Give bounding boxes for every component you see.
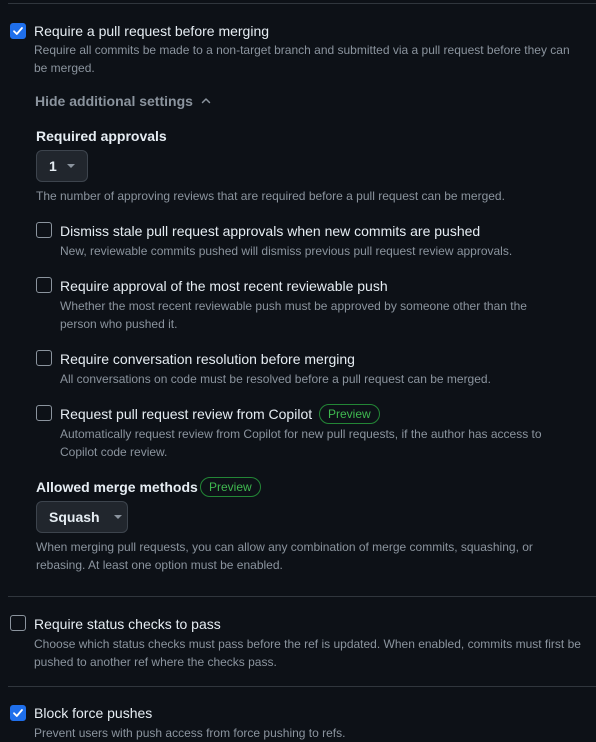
require-conversation-resolution-title[interactable]: Require conversation resolution before m… — [60, 351, 355, 367]
require-pull-request-checkbox[interactable] — [10, 23, 26, 39]
copilot-preview-badge: Preview — [319, 404, 380, 424]
copilot-review-desc-line2: Copilot code review. — [60, 445, 168, 459]
hide-additional-settings-label: Hide additional settings — [35, 93, 193, 109]
copilot-review-title[interactable]: Request pull request review from Copilot — [60, 406, 312, 422]
require-status-checks-desc-line2: pushed to another ref where the checks p… — [34, 655, 277, 669]
dismiss-stale-approvals-title[interactable]: Dismiss stale pull request approvals whe… — [60, 223, 480, 239]
merge-methods-desc-line2: rebasing. At least one option must be en… — [36, 558, 283, 572]
required-approvals-label: Required approvals — [36, 128, 167, 144]
require-status-checks-desc-line1: Choose which status checks must pass bef… — [34, 637, 581, 651]
section-divider — [8, 596, 596, 597]
require-conversation-resolution-desc: All conversations on code must be resolv… — [60, 372, 491, 386]
top-divider — [8, 3, 596, 4]
allowed-merge-methods-label: Allowed merge methods — [36, 479, 198, 495]
caret-down-icon — [113, 515, 122, 519]
check-icon — [13, 27, 23, 35]
require-recent-push-approval-desc-line1: Whether the most recent reviewable push … — [60, 299, 527, 313]
merge-methods-select[interactable]: Squash — [36, 501, 128, 533]
caret-down-icon — [66, 164, 75, 168]
merge-methods-desc-line1: When merging pull requests, you can allo… — [36, 540, 533, 554]
block-force-pushes-desc: Prevent users with push access from forc… — [34, 726, 346, 740]
required-approvals-value: 1 — [49, 158, 57, 174]
chevron-up-icon — [201, 98, 211, 104]
hide-additional-settings-toggle[interactable]: Hide additional settings — [35, 93, 211, 109]
dismiss-stale-approvals-checkbox[interactable] — [36, 222, 52, 238]
require-recent-push-approval-desc-line2: person who pushed it. — [60, 317, 178, 331]
dismiss-stale-approvals-desc: New, reviewable commits pushed will dism… — [60, 244, 513, 258]
merge-methods-value: Squash — [49, 509, 100, 525]
block-force-pushes-checkbox[interactable] — [10, 705, 26, 721]
require-conversation-resolution-checkbox[interactable] — [36, 350, 52, 366]
require-pull-request-title[interactable]: Require a pull request before merging — [34, 23, 269, 39]
section-divider — [8, 686, 596, 687]
copilot-review-checkbox[interactable] — [36, 405, 52, 421]
require-pull-request-desc-line2: be merged. — [34, 61, 95, 75]
required-approvals-desc: The number of approving reviews that are… — [36, 189, 505, 203]
check-icon — [13, 709, 23, 717]
block-force-pushes-title[interactable]: Block force pushes — [34, 705, 152, 721]
require-status-checks-title[interactable]: Require status checks to pass — [34, 616, 221, 632]
require-recent-push-approval-title[interactable]: Require approval of the most recent revi… — [60, 278, 388, 294]
copilot-review-desc-line1: Automatically request review from Copilo… — [60, 427, 542, 441]
merge-methods-preview-badge: Preview — [200, 477, 261, 497]
require-status-checks-checkbox[interactable] — [10, 615, 26, 631]
require-recent-push-approval-checkbox[interactable] — [36, 277, 52, 293]
require-pull-request-desc-line1: Require all commits be made to a non-tar… — [34, 43, 570, 57]
required-approvals-select[interactable]: 1 — [36, 150, 88, 182]
